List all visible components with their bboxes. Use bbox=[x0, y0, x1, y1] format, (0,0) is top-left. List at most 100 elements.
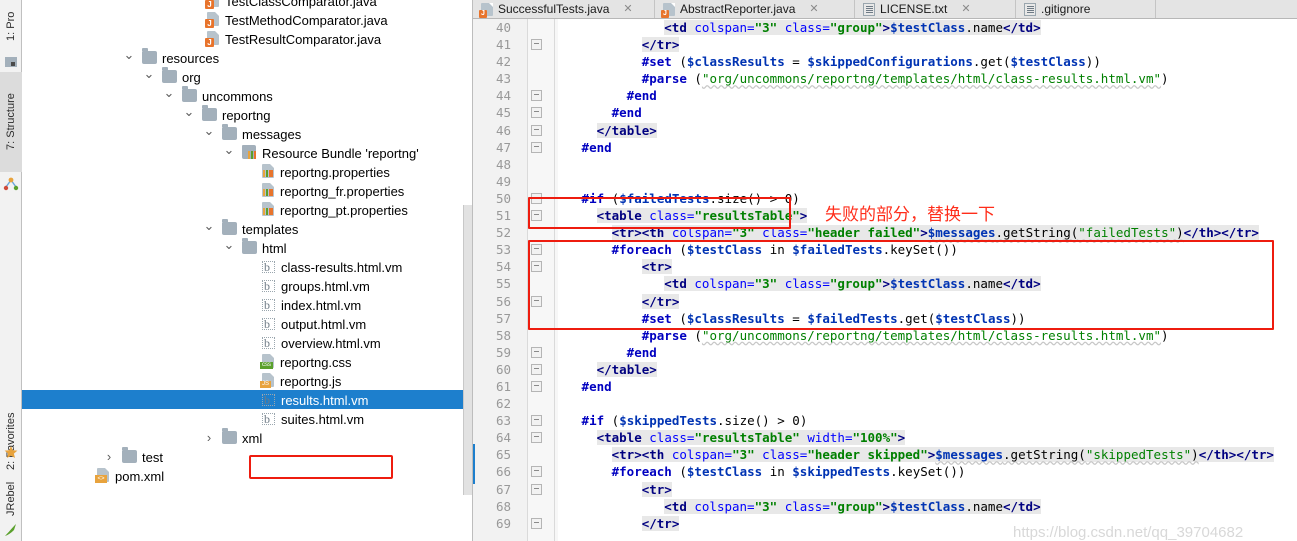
tree-item[interactable]: › test bbox=[22, 447, 473, 466]
code-line[interactable]: 43 #parse ("org/uncommons/reportng/templa… bbox=[473, 70, 1297, 87]
code-line[interactable]: 60 </table> bbox=[473, 361, 1297, 378]
editor-tab[interactable]: SuccessfulTests.java ✕ bbox=[473, 0, 655, 18]
tree-item-content[interactable]: reportng_fr.properties bbox=[262, 181, 404, 201]
code-line[interactable]: 58 #parse ("org/uncommons/reportng/templa… bbox=[473, 327, 1297, 344]
code-fold-icon[interactable] bbox=[531, 90, 542, 102]
chevron-down-icon[interactable]: ⌄ bbox=[202, 124, 216, 143]
tree-item[interactable]: pom.xml bbox=[22, 466, 473, 485]
chevron-right-icon[interactable]: › bbox=[102, 447, 116, 466]
tree-item-content[interactable]: results.html.vm bbox=[262, 390, 368, 410]
code-line[interactable]: 62 bbox=[473, 395, 1297, 412]
chevron-down-icon[interactable]: ⌄ bbox=[202, 219, 216, 238]
close-icon[interactable]: ✕ bbox=[961, 3, 970, 15]
code-line[interactable]: 53 #foreach ($testClass in $failedTests.k… bbox=[473, 241, 1297, 258]
tree-item-content[interactable]: suites.html.vm bbox=[262, 409, 364, 429]
tree-item-content[interactable]: groups.html.vm bbox=[262, 276, 370, 296]
code-line[interactable]: 67 <tr> bbox=[473, 481, 1297, 498]
code-fold-icon[interactable] bbox=[531, 39, 542, 51]
code-fold-icon[interactable] bbox=[531, 517, 542, 529]
code-line[interactable]: 41 </tr> bbox=[473, 36, 1297, 53]
code-fold-icon[interactable] bbox=[531, 466, 542, 478]
code-fold-icon[interactable] bbox=[531, 346, 542, 358]
tree-item-content[interactable]: index.html.vm bbox=[262, 295, 361, 315]
editor-tab-bar[interactable]: SuccessfulTests.java✕AbstractReporter.ja… bbox=[473, 0, 1297, 19]
tree-item-content[interactable]: output.html.vm bbox=[262, 314, 366, 334]
code-line[interactable]: 45 #end bbox=[473, 104, 1297, 121]
tree-item-content[interactable]: uncommons bbox=[182, 86, 273, 106]
code-lines[interactable]: 40 <td colspan="3" class="group">$testCla… bbox=[473, 19, 1297, 532]
tool-window-project[interactable]: 1: Pro bbox=[0, 0, 22, 52]
code-line[interactable]: 47 #end bbox=[473, 139, 1297, 156]
code-line[interactable]: 49 bbox=[473, 173, 1297, 190]
tree-scrollbar[interactable] bbox=[463, 205, 473, 495]
tree-item[interactable]: reportng.properties bbox=[22, 162, 473, 181]
code-line[interactable]: 61 #end bbox=[473, 378, 1297, 395]
tree-item[interactable]: ⌄ html bbox=[22, 238, 473, 257]
tree-item[interactable]: ⌄ reportng bbox=[22, 105, 473, 124]
tree-item-content[interactable]: class-results.html.vm bbox=[262, 257, 402, 277]
tree-item[interactable]: reportng.css bbox=[22, 352, 473, 371]
code-line[interactable]: 64 <table class="resultsTable" width="100… bbox=[473, 429, 1297, 446]
tree-item[interactable]: overview.html.vm bbox=[22, 333, 473, 353]
code-fold-icon[interactable] bbox=[531, 380, 542, 392]
code-fold-icon[interactable] bbox=[531, 210, 542, 222]
tree-item-selected[interactable]: results.html.vm bbox=[22, 390, 473, 410]
tree-item[interactable]: reportng_pt.properties bbox=[22, 200, 473, 219]
code-line[interactable]: 42 #set ($classResults = $skippedConfigur… bbox=[473, 53, 1297, 70]
code-fold-icon[interactable] bbox=[531, 261, 542, 273]
chevron-down-icon[interactable]: ⌄ bbox=[222, 143, 236, 162]
code-line[interactable]: 66 #foreach ($testClass in $skippedTests.… bbox=[473, 463, 1297, 480]
code-fold-icon[interactable] bbox=[531, 295, 542, 307]
tree-item[interactable]: reportng_fr.properties bbox=[22, 181, 473, 200]
editor-tab[interactable]: .gitignore bbox=[1016, 0, 1156, 18]
tree-item[interactable]: ⌄ templates bbox=[22, 219, 473, 238]
chevron-right-icon[interactable]: › bbox=[202, 428, 216, 447]
tree-item-content[interactable]: overview.html.vm bbox=[262, 333, 381, 353]
code-fold-icon[interactable] bbox=[531, 432, 542, 444]
tree-item-content[interactable]: reportng.css bbox=[260, 352, 352, 372]
tree-item[interactable]: › xml bbox=[22, 428, 473, 447]
tree-item[interactable]: class-results.html.vm bbox=[22, 257, 473, 277]
chevron-down-icon[interactable]: ⌄ bbox=[122, 48, 136, 67]
chevron-down-icon[interactable]: ⌄ bbox=[182, 105, 196, 124]
tree-item-content[interactable]: TestMethodComparator.java bbox=[205, 10, 388, 30]
tree-item-content[interactable]: xml bbox=[222, 428, 262, 448]
tree-item[interactable]: ⌄ messages bbox=[22, 124, 473, 143]
chevron-down-icon[interactable]: ⌄ bbox=[222, 238, 236, 257]
tool-window-structure[interactable]: 7: Structure bbox=[0, 72, 22, 172]
code-fold-icon[interactable] bbox=[531, 415, 542, 427]
tree-item[interactable]: reportng.js bbox=[22, 371, 473, 390]
tree-item-content[interactable]: html bbox=[242, 238, 287, 258]
code-line[interactable]: 56 </tr> bbox=[473, 293, 1297, 310]
tree-item-content[interactable]: reportng.properties bbox=[262, 162, 390, 182]
tree-item-content[interactable]: pom.xml bbox=[95, 466, 164, 486]
code-line[interactable]: 52 <tr><th colspan="3" class="header fail… bbox=[473, 224, 1297, 241]
tree-item[interactable]: ⌄ resources bbox=[22, 48, 473, 67]
close-icon[interactable]: ✕ bbox=[809, 3, 818, 15]
project-tree[interactable]: TestClassComparator.java TestMethodCompar… bbox=[22, 0, 473, 485]
code-fold-icon[interactable] bbox=[531, 141, 542, 153]
code-line[interactable]: 46 </table> bbox=[473, 122, 1297, 139]
code-line[interactable]: 40 <td colspan="3" class="group">$testCla… bbox=[473, 19, 1297, 36]
code-fold-icon[interactable] bbox=[531, 192, 542, 204]
code-fold-icon[interactable] bbox=[531, 107, 542, 119]
tree-item-content[interactable]: Resource Bundle 'reportng' bbox=[242, 143, 419, 163]
code-fold-icon[interactable] bbox=[531, 124, 542, 136]
tree-item[interactable]: index.html.vm bbox=[22, 295, 473, 315]
tree-item[interactable]: ⌄ uncommons bbox=[22, 86, 473, 105]
editor-tab[interactable]: AbstractReporter.java ✕ bbox=[655, 0, 855, 18]
tree-item-content[interactable]: test bbox=[122, 447, 163, 467]
tree-item[interactable]: suites.html.vm bbox=[22, 409, 473, 429]
code-line[interactable]: 68 <td colspan="3" class="group">$testCla… bbox=[473, 498, 1297, 515]
tree-item[interactable]: TestClassComparator.java bbox=[22, 0, 473, 10]
code-line[interactable]: 59 #end bbox=[473, 344, 1297, 361]
tree-item-content[interactable]: reportng.js bbox=[260, 371, 341, 391]
tree-item-content[interactable]: reportng_pt.properties bbox=[262, 200, 408, 220]
close-icon[interactable]: ✕ bbox=[623, 3, 632, 15]
code-line[interactable]: 48 bbox=[473, 156, 1297, 173]
chevron-down-icon[interactable]: ⌄ bbox=[142, 67, 156, 86]
tree-item[interactable]: output.html.vm bbox=[22, 314, 473, 334]
code-line[interactable]: 65 <tr><th colspan="3" class="header skip… bbox=[473, 446, 1297, 463]
code-fold-icon[interactable] bbox=[531, 483, 542, 495]
tree-item-content[interactable]: TestResultComparator.java bbox=[205, 29, 381, 49]
